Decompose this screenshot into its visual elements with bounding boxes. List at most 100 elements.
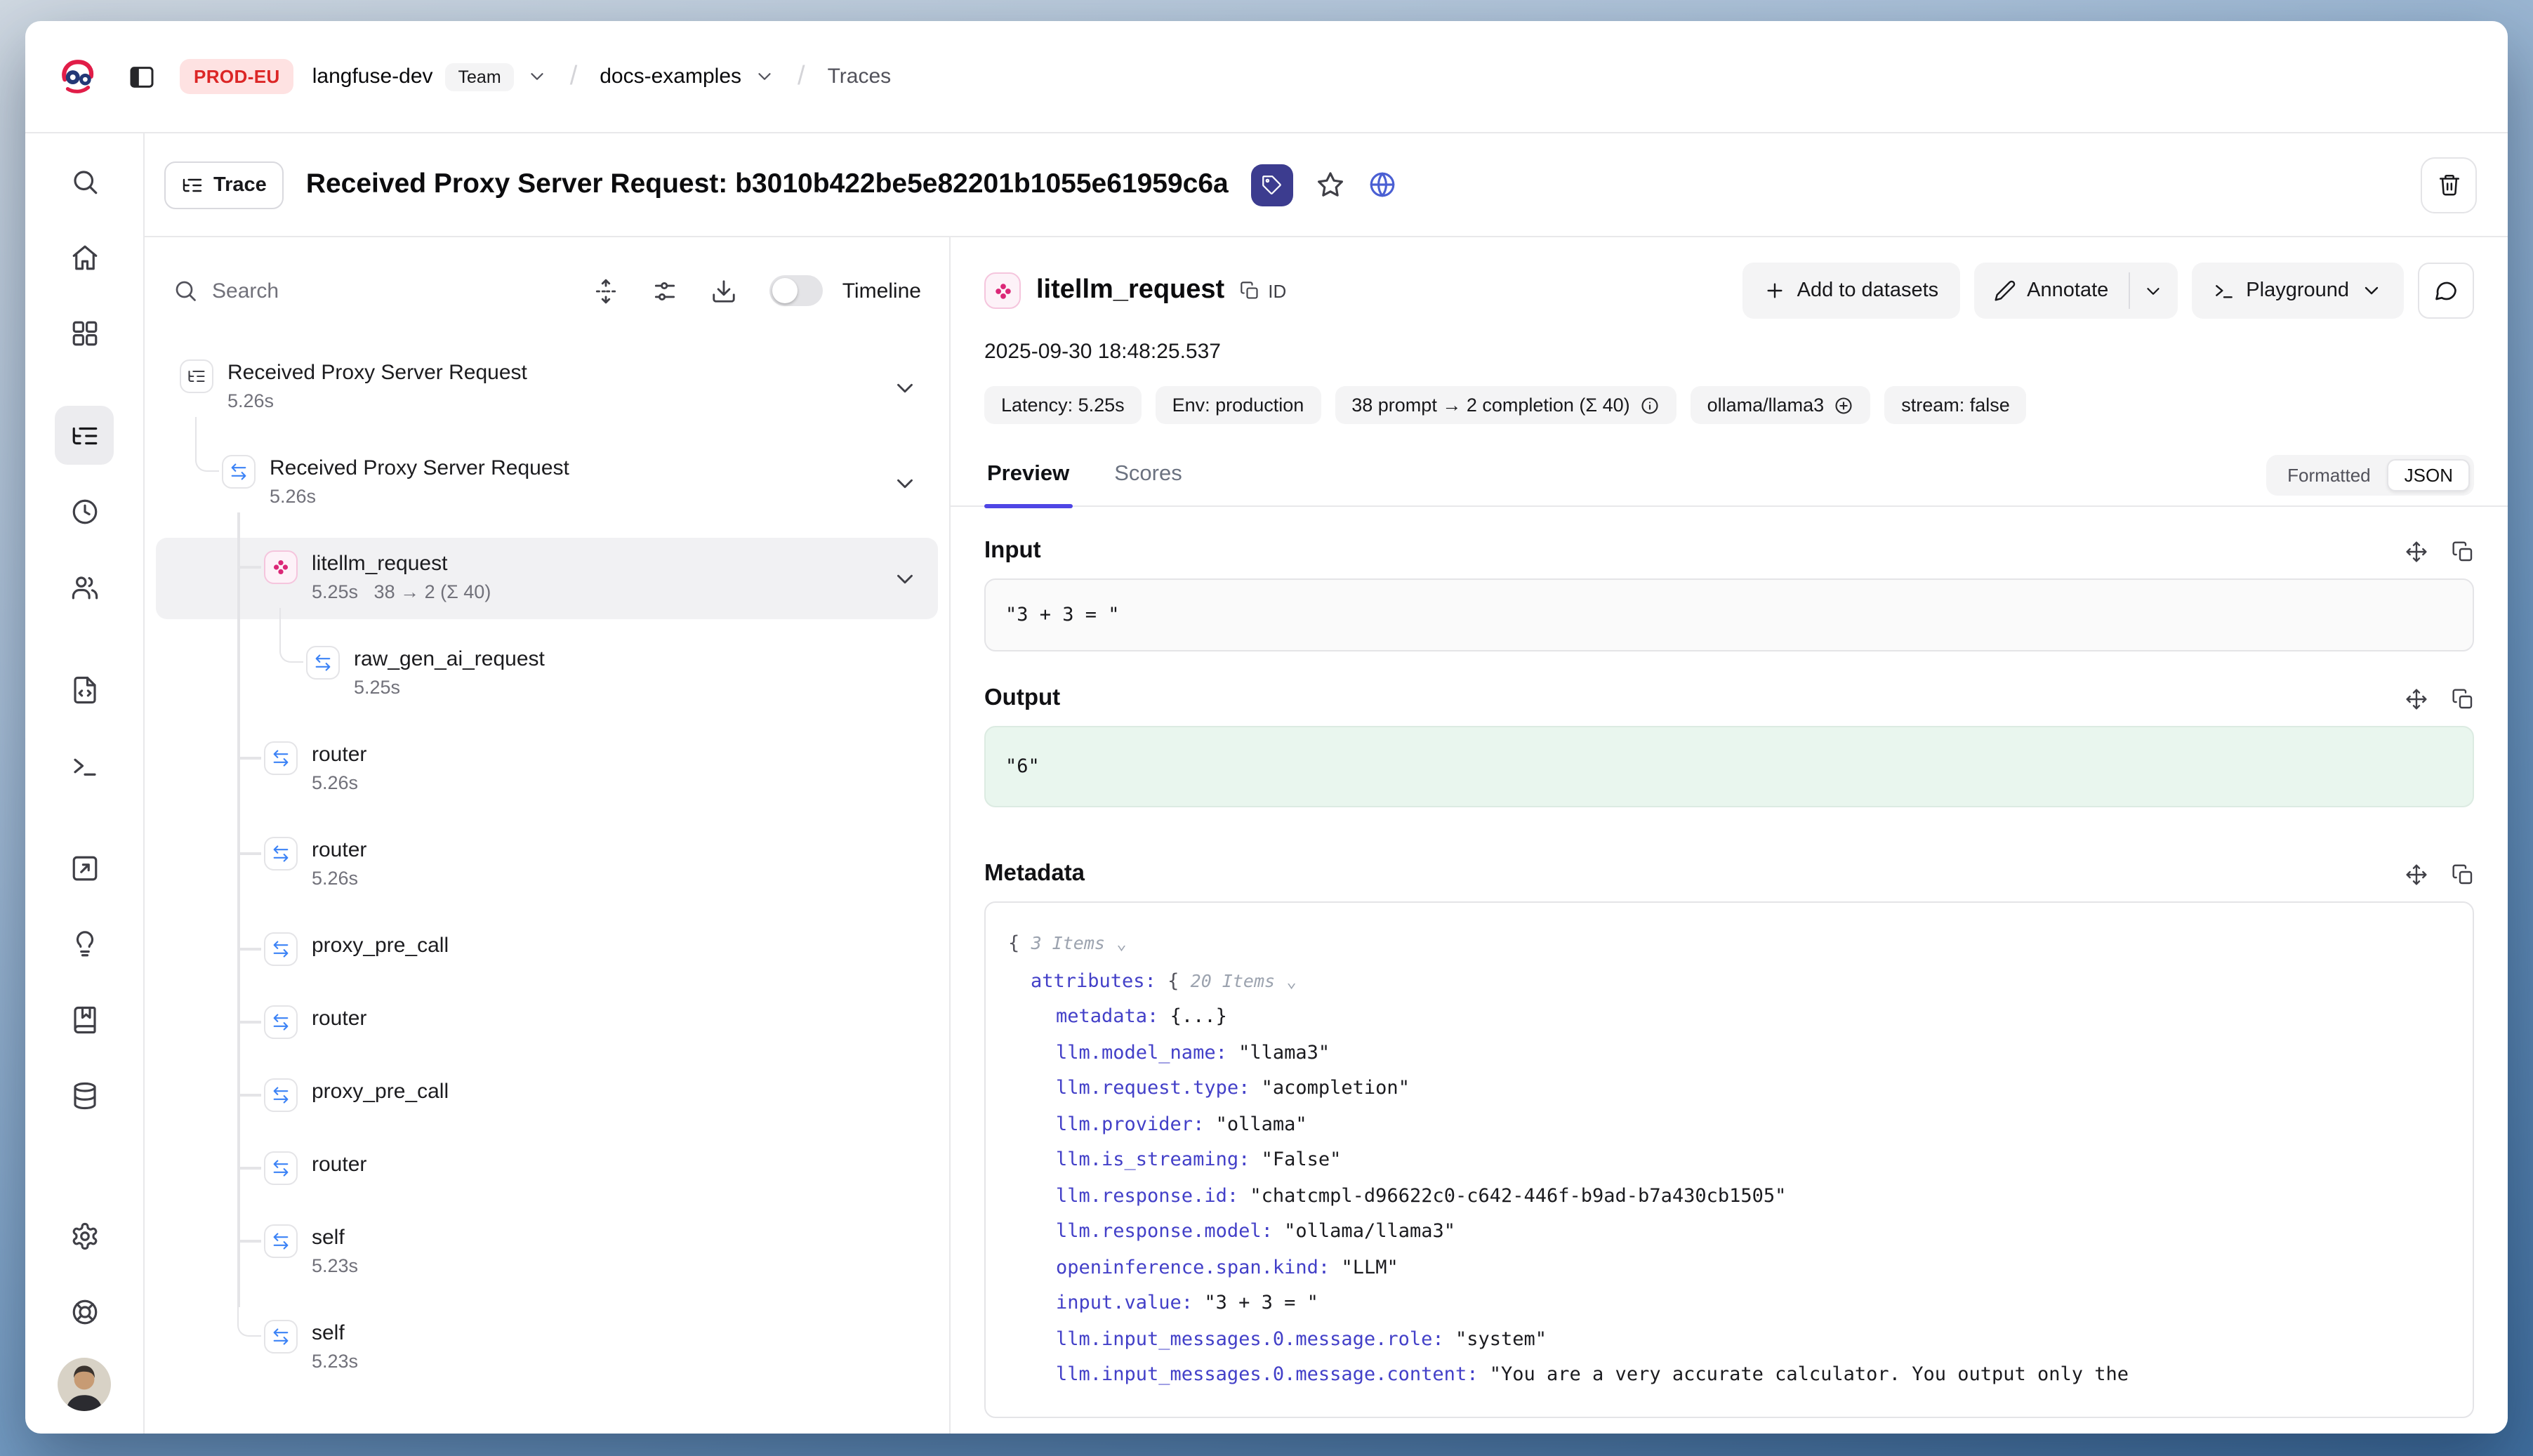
expand-button[interactable] xyxy=(2405,863,2428,885)
trace-title: Received Proxy Server Request: b3010b422… xyxy=(306,168,1229,201)
tree-connector xyxy=(239,566,261,568)
tree-node-label: router xyxy=(312,741,366,769)
circle-plus-icon xyxy=(1834,395,1853,415)
sidebar-item-evaluators[interactable] xyxy=(55,838,114,897)
sidebar-item-sessions[interactable] xyxy=(55,482,114,541)
tree-node[interactable]: proxy_pre_call xyxy=(156,1066,938,1125)
observation-timestamp: 2025-09-30 18:48:25.537 xyxy=(984,340,2474,364)
arrows-out-icon xyxy=(2405,687,2428,710)
view-settings-button[interactable] xyxy=(652,277,678,304)
breadcrumb-section[interactable]: Traces xyxy=(828,65,892,88)
observation-content: Input "3 + 3 = " Output xyxy=(951,507,2508,1434)
terminal-icon xyxy=(2212,279,2235,302)
expand-button[interactable] xyxy=(2405,687,2428,710)
span-icon xyxy=(264,1078,298,1112)
sidebar-item-settings[interactable] xyxy=(55,1206,114,1265)
tree-node[interactable]: self 5.23s xyxy=(156,1307,938,1389)
sidebar-item-support[interactable] xyxy=(55,1282,114,1341)
collapse-chevron-icon[interactable]: ⌄ xyxy=(1116,934,1126,953)
tree-connector xyxy=(239,1094,261,1096)
observation-badge[interactable]: Latency: 5.25s xyxy=(984,386,1142,424)
annotate-button[interactable]: Annotate xyxy=(1973,263,2128,319)
comments-button[interactable] xyxy=(2418,263,2474,319)
user-avatar[interactable] xyxy=(58,1358,111,1411)
chevron-down-icon[interactable] xyxy=(892,565,918,592)
tree-search[interactable] xyxy=(173,278,560,303)
public-link-button[interactable] xyxy=(1368,170,1397,199)
tag-icon xyxy=(1262,174,1283,195)
sidebar-item-insights[interactable] xyxy=(55,914,114,973)
sidebar-item-traces[interactable] xyxy=(55,406,114,465)
format-toggle-json[interactable]: JSON xyxy=(2388,459,2470,491)
search-button[interactable] xyxy=(55,152,114,211)
tab-scores[interactable]: Scores xyxy=(1111,462,1185,505)
sidebar-item-data[interactable] xyxy=(55,1066,114,1125)
sidebar-item-users[interactable] xyxy=(55,557,114,616)
sidebar-item-playground[interactable] xyxy=(55,736,114,795)
copy-icon xyxy=(2452,863,2474,885)
span-icon xyxy=(264,932,298,966)
tree-controls: Timeline xyxy=(145,249,949,333)
format-toggle-formatted[interactable]: Formatted xyxy=(2270,459,2388,491)
copy-button[interactable] xyxy=(2452,687,2474,710)
copy-icon xyxy=(1240,281,1259,300)
tree-node[interactable]: self 5.23s xyxy=(156,1212,938,1293)
chevron-down-icon[interactable] xyxy=(892,470,918,496)
tree-node-meta: 5.26s xyxy=(312,865,366,893)
collapse-chevron-icon[interactable]: ⌄ xyxy=(1286,971,1296,991)
expand-button[interactable] xyxy=(2405,540,2428,562)
add-to-datasets-button[interactable]: Add to datasets xyxy=(1742,263,1960,319)
observation-badge[interactable]: ollama/llama3 xyxy=(1691,386,1871,424)
project-selector[interactable]: docs-examples xyxy=(600,65,775,88)
metadata-line: llm.response.id: "chatcmpl-d96622c0-c642… xyxy=(1008,1179,2450,1215)
sidebar-item-prompts[interactable] xyxy=(55,660,114,719)
tree-node[interactable]: Received Proxy Server Request 5.26s xyxy=(156,442,938,524)
copy-button[interactable] xyxy=(2452,540,2474,562)
annotate-dropdown-button[interactable] xyxy=(2129,263,2177,319)
sidebar-item-datasets[interactable] xyxy=(55,990,114,1049)
breadcrumb-separator: / xyxy=(793,61,809,92)
delete-trace-button[interactable] xyxy=(2421,157,2477,213)
metadata-line: llm.input_messages.0.message.role: "syst… xyxy=(1008,1322,2450,1358)
tree-node-label: router xyxy=(312,1151,366,1179)
observation-badge[interactable]: stream: false xyxy=(1884,386,2027,424)
tree-node[interactable]: litellm_request 5.25s 38 → 2 (Σ 40) xyxy=(156,538,938,619)
chevron-down-icon xyxy=(2143,280,2164,301)
copy-button[interactable] xyxy=(2452,863,2474,885)
arrows-out-icon xyxy=(2405,540,2428,562)
tree-node[interactable]: router 5.26s xyxy=(156,824,938,906)
timeline-toggle[interactable] xyxy=(769,275,823,306)
sessions-icon xyxy=(70,496,99,526)
copy-id-button[interactable]: ID xyxy=(1240,280,1286,301)
sidebar-item-dashboards[interactable] xyxy=(55,303,114,362)
download-button[interactable] xyxy=(710,277,737,304)
tags-button[interactable] xyxy=(1251,164,1293,206)
tree-node[interactable]: raw_gen_ai_request 5.25s xyxy=(156,633,938,715)
sidebar-toggle-button[interactable] xyxy=(128,62,156,91)
observation-badge[interactable]: 38 prompt → 2 completion (Σ 40) xyxy=(1335,386,1676,424)
tree-connector xyxy=(239,1167,261,1169)
span-icon xyxy=(264,1151,298,1185)
globe-icon xyxy=(1368,170,1397,199)
star-button[interactable] xyxy=(1316,170,1345,199)
tab-preview[interactable]: Preview xyxy=(984,462,1072,505)
sidebar-item-home[interactable] xyxy=(55,227,114,286)
breadcrumb-separator: / xyxy=(566,61,582,92)
metadata-line: llm.provider: "ollama" xyxy=(1008,1107,2450,1143)
tree-search-input[interactable] xyxy=(212,279,366,303)
tree-node[interactable]: router xyxy=(156,993,938,1052)
tree-node-label: raw_gen_ai_request xyxy=(354,646,545,674)
observation-badge[interactable]: Env: production xyxy=(1156,386,1321,424)
playground-button[interactable]: Playground xyxy=(2191,263,2404,319)
search-icon xyxy=(173,278,198,303)
tree-node-meta: 5.25s 38 → 2 (Σ 40) xyxy=(312,578,491,607)
toggle-knob xyxy=(772,278,798,303)
arrows-out-icon xyxy=(2405,863,2428,885)
tree-node[interactable]: router 5.26s xyxy=(156,729,938,810)
tree-node[interactable]: Received Proxy Server Request 5.26s xyxy=(156,347,938,428)
tree-node[interactable]: router xyxy=(156,1139,938,1198)
org-selector[interactable]: langfuse-dev Team xyxy=(312,62,548,91)
expand-collapse-all-button[interactable] xyxy=(593,277,619,304)
tree-node[interactable]: proxy_pre_call xyxy=(156,920,938,979)
chevron-down-icon[interactable] xyxy=(892,374,918,401)
